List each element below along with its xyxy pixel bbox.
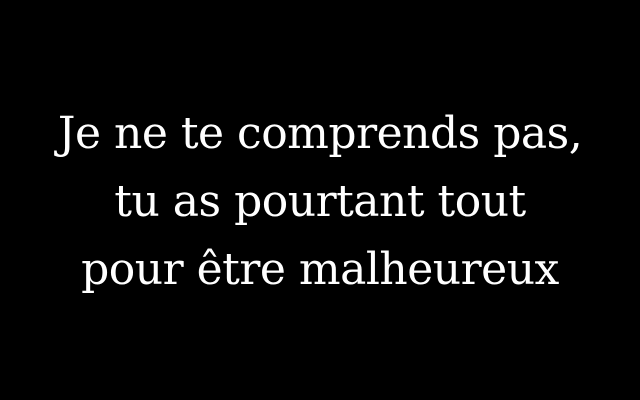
quote-line-3: pour être malheureux [81,244,559,295]
quote-card: Je ne te comprends pas, tu as pourtant t… [0,0,640,400]
quote-line-1: Je ne te comprends pas, [57,108,583,159]
quote-line-2: tu as pourtant tout [114,176,526,227]
quote-text: Je ne te comprends pas, tu as pourtant t… [10,100,630,304]
